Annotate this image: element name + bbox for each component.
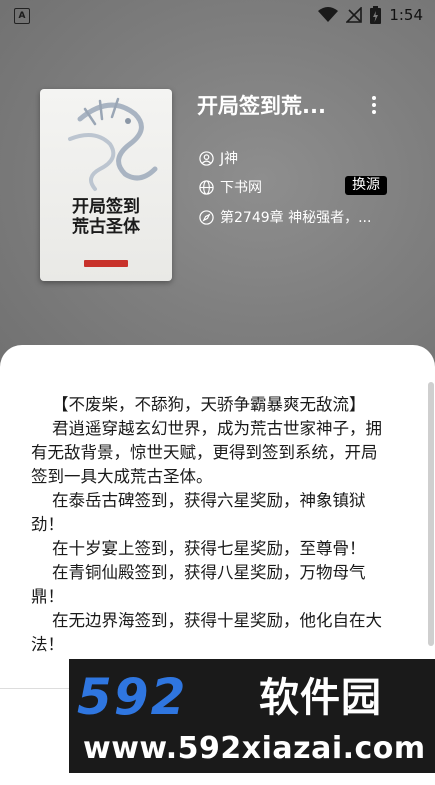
status-time: 1:54 [389, 6, 423, 24]
source-name: 下书网 [220, 180, 262, 196]
watermark-name: 软件园 [259, 675, 382, 721]
source-row[interactable]: 下书网 [199, 177, 262, 197]
book-cover[interactable]: 开局签到 荒古圣体 [40, 89, 172, 281]
cover-title: 开局签到 荒古圣体 [72, 197, 140, 237]
more-options-icon[interactable] [364, 94, 384, 116]
no-signal-icon [346, 7, 363, 23]
book-description: 【不废柴，不舔狗，天骄争霸暴爽无敌流】 君逍遥穿越玄幻世界，成为荒古世家神子，拥… [31, 395, 382, 654]
latest-chapter-row[interactable]: 第2749章 神秘强者，... [199, 207, 389, 227]
app-notification-icon: A [14, 8, 30, 24]
latest-chapter: 第2749章 神秘强者，... [220, 210, 372, 226]
status-bar: A 1:54 [0, 0, 435, 32]
change-source-button[interactable]: 换源 [345, 176, 387, 195]
globe-icon [199, 179, 214, 195]
author-row[interactable]: J神 [199, 148, 238, 168]
author-name: J神 [220, 151, 239, 167]
person-icon [199, 150, 214, 166]
compass-icon [199, 209, 214, 225]
divider [0, 688, 70, 689]
battery-charging-icon [370, 6, 382, 24]
book-title: 开局签到荒... [197, 94, 326, 118]
dragon-illustration [68, 97, 158, 191]
scrollbar[interactable] [428, 382, 434, 646]
watermark-overlay: 592 软件园 www.592xiazai.com [69, 659, 435, 773]
wifi-icon [318, 7, 339, 22]
publisher-logo [84, 260, 128, 267]
watermark-logo: 592 [77, 668, 188, 726]
watermark-url: www.592xiazai.com [83, 731, 426, 766]
